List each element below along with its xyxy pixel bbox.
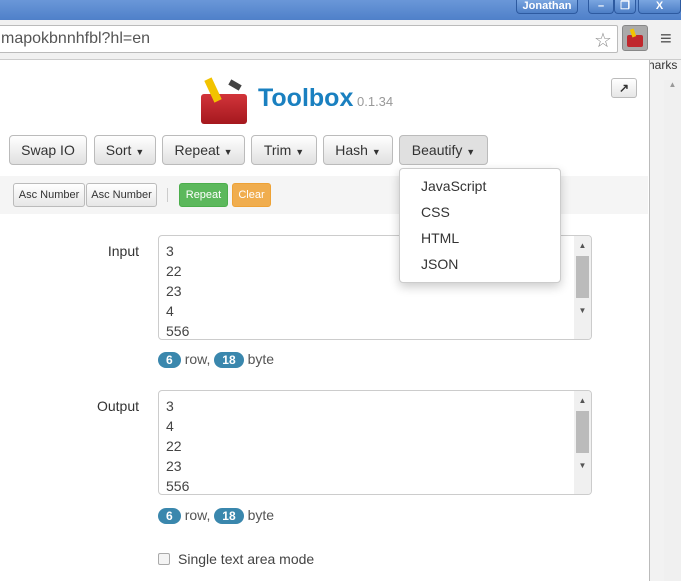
byte-text: byte bbox=[247, 351, 275, 367]
button-label: Swap IO bbox=[21, 142, 75, 158]
repeat-button[interactable]: Repeat bbox=[179, 183, 228, 207]
caret-down-icon: ▼ bbox=[135, 147, 145, 157]
line: 4 bbox=[166, 418, 174, 434]
menu-item-javascript[interactable]: JavaScript bbox=[400, 175, 560, 201]
input-label: Input bbox=[107, 243, 139, 259]
restore-button[interactable]: ❐ bbox=[614, 0, 636, 14]
line: 23 bbox=[166, 283, 182, 299]
input-stats: 6 row, 18 byte bbox=[158, 351, 274, 368]
row-count-badge: 6 bbox=[158, 508, 181, 524]
button-label: Sort bbox=[105, 142, 132, 158]
repeat-dropdown-button[interactable]: Repeat ▼ bbox=[162, 135, 245, 165]
row-text: row, bbox=[184, 507, 211, 523]
swap-io-button[interactable]: Swap IO bbox=[9, 135, 87, 165]
button-label: Trim bbox=[263, 142, 292, 158]
button-label: Hash bbox=[335, 142, 368, 158]
output-textarea[interactable]: 3 4 22 23 556 ▲ ▼ bbox=[158, 390, 592, 495]
button-label: Repeat bbox=[174, 142, 220, 158]
beautify-menu: JavaScript CSS HTML JSON bbox=[399, 168, 561, 283]
bookmarks-bar-fragment: harks bbox=[648, 58, 678, 72]
close-button[interactable]: X bbox=[638, 0, 681, 14]
toolbox-logo bbox=[201, 76, 249, 124]
menu-item-json[interactable]: JSON bbox=[400, 253, 560, 279]
caret-down-icon: ▼ bbox=[223, 147, 233, 157]
hash-dropdown-button[interactable]: Hash ▼ bbox=[323, 135, 393, 165]
output-stats: 6 row, 18 byte bbox=[158, 507, 274, 524]
line: 3 bbox=[166, 398, 174, 414]
caret-down-icon: ▼ bbox=[371, 147, 381, 157]
toolbox-extension-icon[interactable] bbox=[622, 25, 648, 51]
popout-button[interactable]: ↗ bbox=[611, 78, 637, 98]
user-profile-button[interactable]: Jonathan bbox=[516, 0, 578, 14]
single-mode-label: Single text area mode bbox=[178, 551, 315, 567]
address-bar-area: mapokbnnhfbl?hl=en ☆ ≡ bbox=[0, 20, 681, 60]
menu-item-html[interactable]: HTML bbox=[400, 227, 560, 253]
beautify-dropdown-button[interactable]: Beautify ▼ bbox=[399, 135, 488, 165]
chrome-menu-icon[interactable]: ≡ bbox=[660, 28, 672, 51]
line: 4 bbox=[166, 303, 174, 319]
textarea-scrollbar[interactable]: ▲ ▼ bbox=[574, 236, 591, 339]
app-version: 0.1.34 bbox=[357, 94, 394, 109]
page-scrollbar[interactable]: ▲ bbox=[664, 80, 681, 581]
app-title: Toolbox bbox=[258, 84, 354, 112]
asc-number-button[interactable]: Asc Number bbox=[13, 183, 85, 207]
row-text: row, bbox=[184, 351, 211, 367]
line: 556 bbox=[166, 478, 190, 494]
output-label: Output bbox=[96, 398, 139, 414]
divider bbox=[167, 188, 168, 202]
button-label: Beautify bbox=[411, 142, 463, 158]
caret-down-icon: ▼ bbox=[466, 147, 476, 157]
line: 556 bbox=[166, 323, 190, 339]
line: 23 bbox=[166, 458, 182, 474]
byte-count-badge: 18 bbox=[214, 352, 244, 368]
bookmark-star-icon[interactable]: ☆ bbox=[594, 28, 612, 53]
sort-dropdown-button[interactable]: Sort ▼ bbox=[94, 135, 156, 165]
row-count-badge: 6 bbox=[158, 352, 181, 368]
single-mode-checkbox[interactable] bbox=[158, 553, 170, 565]
window-title-bar bbox=[0, 0, 681, 20]
menu-item-css[interactable]: CSS bbox=[400, 201, 560, 227]
minimize-button[interactable]: – bbox=[588, 0, 614, 14]
clear-button[interactable]: Clear bbox=[232, 183, 271, 207]
url-input[interactable]: mapokbnnhfbl?hl=en bbox=[0, 25, 618, 53]
trim-dropdown-button[interactable]: Trim ▼ bbox=[251, 135, 317, 165]
caret-down-icon: ▼ bbox=[295, 147, 305, 157]
byte-text: byte bbox=[247, 507, 275, 523]
asc-number-button-2[interactable]: Asc Number bbox=[86, 183, 157, 207]
textarea-scrollbar[interactable]: ▲ ▼ bbox=[574, 391, 591, 494]
byte-count-badge: 18 bbox=[214, 508, 244, 524]
line: 22 bbox=[166, 438, 182, 454]
